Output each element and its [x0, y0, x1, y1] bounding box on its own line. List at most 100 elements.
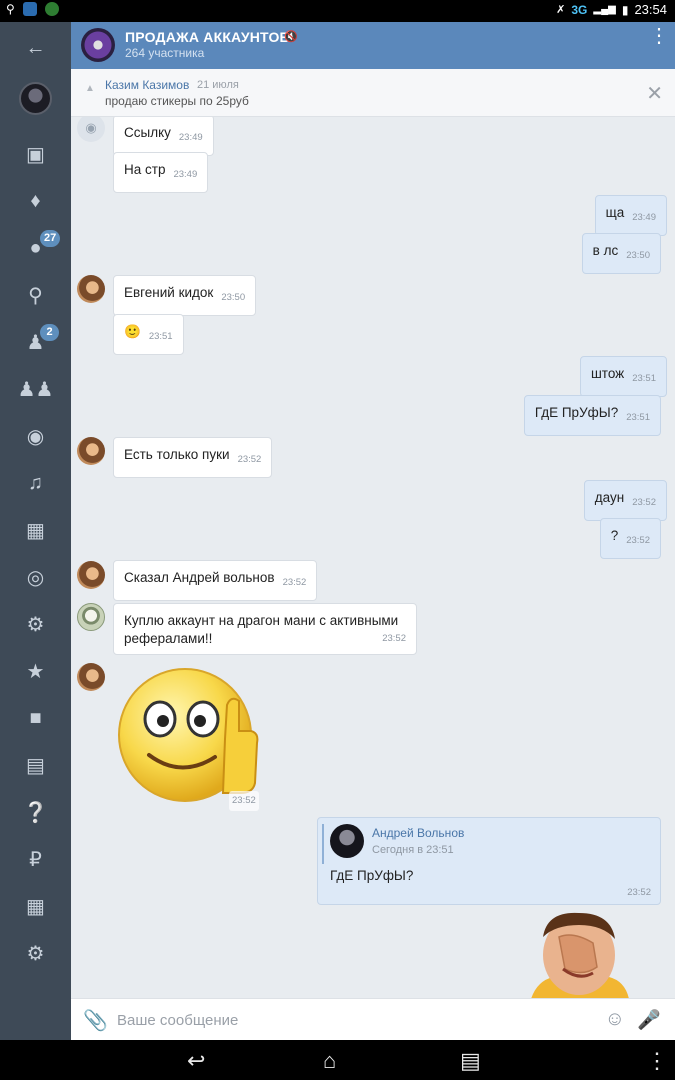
message-time: 23:51 — [626, 412, 650, 423]
thumbs-up-smiley-sticker[interactable] — [115, 661, 265, 811]
sidebar-item-photos[interactable]: ◉ — [0, 416, 71, 456]
message-composer: 📎 ☺ 🎤 — [71, 998, 675, 1040]
sidebar-item-money[interactable]: ₽ — [0, 839, 71, 879]
message-bubble[interactable]: даун 23:52 — [583, 480, 667, 521]
message-bubble[interactable]: ? 23:52 — [599, 518, 661, 559]
back-button[interactable]: ← — [0, 28, 71, 68]
message-time: 23:52 — [626, 535, 650, 546]
avatar[interactable] — [77, 437, 105, 465]
app-icon — [22, 2, 37, 16]
attach-icon[interactable]: 📎 — [83, 1008, 108, 1033]
android-nav-bar: ↩ ⌂ ▤ ⋮ — [0, 1040, 675, 1080]
sidebar-item-target[interactable]: ◎ — [0, 557, 71, 597]
message-text: Ссылку — [124, 125, 171, 140]
message-bubble[interactable]: Куплю аккаунт на драгон мани с активными… — [113, 603, 417, 655]
message-text: штож — [590, 366, 625, 381]
chat-avatar[interactable] — [81, 28, 115, 62]
message-time: 23:49 — [178, 132, 203, 143]
avatar[interactable] — [330, 824, 364, 858]
sidebar-item-groups[interactable]: ♟♟ — [0, 369, 71, 409]
emoji-icon[interactable]: ☺ — [605, 1008, 625, 1031]
message-bubble[interactable]: Есть только пуки 23:52 — [113, 437, 273, 478]
calendar-icon — [44, 2, 59, 16]
sidebar-item-bookmarks[interactable]: ★ — [0, 651, 71, 691]
gear-icon: ⚙ — [26, 942, 45, 965]
bell-icon: ♦ — [30, 189, 41, 212]
reply-message-bubble[interactable]: Андрей Вольнов Сегодня в 23:51 ГдЕ ПрУфЫ… — [317, 817, 661, 905]
menu-icon[interactable]: ⋮ — [646, 1048, 668, 1074]
sidebar-item-payments[interactable]: ▤ — [0, 745, 71, 785]
camera-icon: ◉ — [77, 117, 105, 142]
message-text: ща — [605, 205, 625, 220]
music-icon: ♫ — [28, 471, 43, 494]
sidebar-item-music[interactable]: ♫ — [0, 463, 71, 503]
friends-badge: 2 — [40, 324, 59, 341]
facepalm-sticker[interactable] — [523, 907, 633, 998]
chat-title[interactable]: ПРОДАЖА АККАУНТОВ. — [125, 29, 294, 45]
battery-icon: ▮ — [621, 2, 629, 17]
pinned-text: продаю стикеры по 25руб — [105, 94, 249, 108]
avatar[interactable] — [77, 603, 105, 631]
mute-icon: ✗ — [556, 4, 566, 16]
message-time: 23:52 — [632, 497, 656, 508]
pinned-message[interactable]: ▲ Казим Казимов 21 июля продаю стикеры п… — [71, 69, 675, 117]
sidebar-item-settings[interactable]: ⚙ — [0, 933, 71, 973]
sidebar-item-news[interactable]: ▣ — [0, 134, 71, 174]
document-icon: ■ — [29, 706, 42, 729]
pinned-author: Казим Казимов — [105, 78, 190, 92]
message-time: 23:51 — [632, 373, 656, 384]
sidebar-item-messages[interactable]: ● 27 — [0, 228, 71, 268]
news-icon: ▣ — [26, 143, 45, 166]
sidebar-item-videos[interactable]: ▦ — [0, 510, 71, 550]
more-menu-button[interactable]: ⋮ — [649, 26, 669, 46]
muted-icon: 🔇 — [284, 31, 298, 43]
target-icon: ◎ — [26, 566, 45, 589]
message-text: даун — [594, 490, 625, 505]
sidebar-item-games[interactable]: ⚙ — [0, 604, 71, 644]
status-bar: ⚲ ✗ 3G ▂▄▆ ▮ 23:54 — [0, 0, 675, 22]
avatar[interactable] — [19, 82, 52, 115]
message-text: Сказал Андрей вольнов — [124, 570, 275, 585]
message-time: 23:52 — [282, 577, 307, 588]
clock: 23:54 — [634, 2, 667, 17]
avatar[interactable] — [77, 275, 105, 303]
message-text: 🙂 — [124, 324, 141, 339]
home-icon[interactable]: ⌂ — [323, 1048, 336, 1074]
message-bubble[interactable]: штож 23:51 — [579, 356, 667, 397]
sidebar-item-help[interactable]: ❔ — [0, 792, 71, 832]
message-bubble[interactable]: Евгений кидок 23:50 — [113, 275, 257, 316]
message-bubble[interactable]: в лс 23:50 — [581, 233, 661, 274]
chat-header: ПРОДАЖА АККАУНТОВ. 🔇 264 участника ⋮ — [71, 22, 675, 69]
message-bubble[interactable]: На стр 23:49 — [113, 152, 209, 193]
back-icon[interactable]: ↩ — [187, 1048, 205, 1074]
sidebar-item-documents[interactable]: ■ — [0, 698, 71, 738]
help-icon: ❔ — [23, 801, 48, 824]
message-bubble[interactable]: 🙂 23:51 — [113, 314, 184, 355]
message-time: 23:49 — [173, 169, 198, 180]
microphone-icon[interactable]: 🎤 — [637, 1008, 661, 1032]
message-text: Евгений кидок — [124, 285, 214, 300]
message-bubble[interactable]: Сказал Андрей вольнов 23:52 — [113, 560, 318, 601]
sidebar-item-search[interactable]: ⚲ — [0, 275, 71, 315]
sidebar-item-apps[interactable]: ▦ — [0, 886, 71, 926]
message-list[interactable]: ◉ Ссылку 23:49 На стр 23:49 ща 23:49 в лс 23… — [71, 117, 675, 998]
avatar[interactable] — [77, 561, 105, 589]
message-time: 23:49 — [632, 212, 656, 223]
film-icon: ▦ — [26, 519, 45, 542]
message-input[interactable] — [117, 1008, 587, 1032]
message-text: ? — [610, 528, 619, 543]
sidebar: ← ▣ ♦ ● 27 ⚲ ♟ 2 ♟♟ ◉ ♫ ▦ ◎ ⚙ ★ ■ ▤ ❔ ₽ ▦ … — [0, 22, 71, 1040]
sidebar-item-friends[interactable]: ♟ 2 — [0, 322, 71, 362]
reply-author[interactable]: Андрей Вольнов — [372, 826, 464, 840]
avatar[interactable] — [77, 663, 105, 691]
message-bubble[interactable]: Ссылку 23:49 — [113, 117, 214, 156]
message-time: 23:52 — [382, 633, 406, 644]
message-bubble[interactable]: ГдЕ ПрУфЫ? 23:51 — [523, 395, 661, 436]
sidebar-item-notifications[interactable]: ♦ — [0, 181, 71, 221]
message-text: ГдЕ ПрУфЫ? — [534, 405, 619, 420]
close-icon[interactable]: ✕ — [646, 81, 663, 106]
member-count: 264 участника — [125, 46, 205, 60]
message-bubble[interactable]: ща 23:49 — [594, 195, 667, 236]
search-icon: ⚲ — [6, 2, 15, 16]
recent-apps-icon[interactable]: ▤ — [460, 1048, 481, 1074]
